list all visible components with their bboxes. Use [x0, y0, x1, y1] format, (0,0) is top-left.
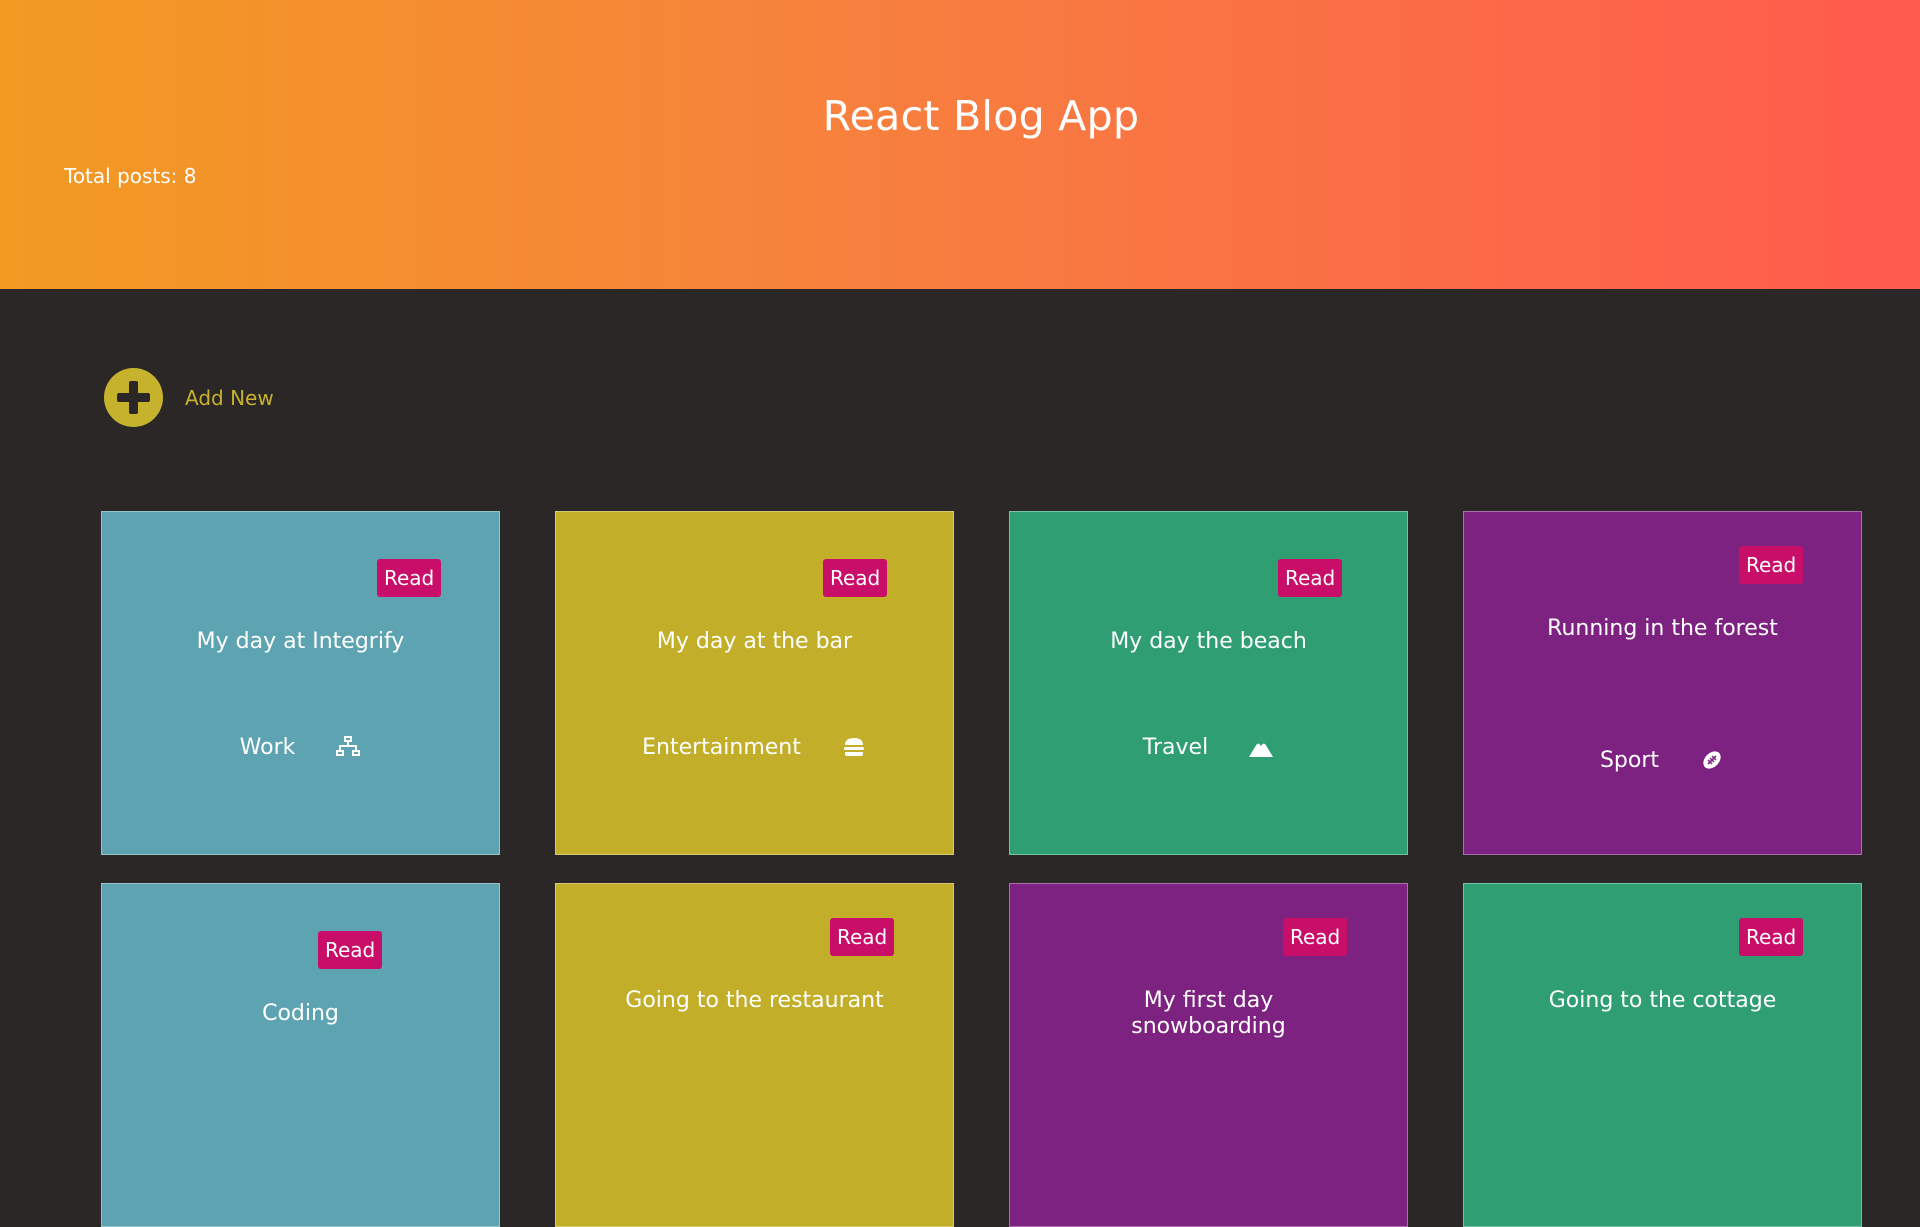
post-title: My day the beach [1110, 629, 1307, 654]
total-posts-count: Total posts: 8 [64, 164, 197, 188]
post-category: Sport [1464, 747, 1861, 773]
post-card: Read Going to the cottage [1463, 883, 1862, 1227]
post-title: My day at the bar [656, 629, 853, 654]
post-title: Going to the cottage [1548, 988, 1777, 1013]
post-category-label: Sport [1599, 747, 1660, 773]
post-title: Coding [262, 1001, 339, 1026]
read-button[interactable]: Read [830, 918, 895, 956]
post-title: Going to the restaurant [625, 988, 884, 1013]
post-card: Read Going to the restaurant [555, 883, 954, 1227]
post-category-label: Travel [1142, 734, 1209, 760]
sitemap-icon [335, 734, 361, 760]
post-category-label: Entertainment [642, 734, 801, 760]
post-card: Read My day at Integrify Work [101, 511, 500, 855]
read-button[interactable]: Read [377, 559, 442, 597]
post-card: Read My first day snowboarding [1009, 883, 1408, 1227]
app-header: React Blog App Total posts: 8 [0, 0, 1920, 289]
hamburger-icon [841, 734, 867, 760]
posts-grid: Read My day at Integrify Work Read My da… [101, 511, 1862, 1227]
post-category: Travel [1010, 734, 1407, 760]
post-card: Read My day at the bar Entertainment [555, 511, 954, 855]
app-title: React Blog App [822, 92, 1140, 140]
mountain-icon [1248, 734, 1274, 760]
plus-circle-icon[interactable] [104, 368, 163, 427]
post-category-label: Work [239, 734, 296, 760]
football-icon [1699, 747, 1725, 773]
read-button[interactable]: Read [823, 559, 888, 597]
post-card: Read My day the beach Travel [1009, 511, 1408, 855]
read-button[interactable]: Read [1739, 918, 1804, 956]
post-title: My day at Integrify [196, 629, 405, 654]
post-category: Work [102, 734, 499, 760]
read-button[interactable]: Read [318, 931, 383, 969]
post-title: Running in the forest [1547, 616, 1778, 641]
post-card: Read Running in the forest Sport [1463, 511, 1862, 855]
read-button[interactable]: Read [1278, 559, 1343, 597]
read-button[interactable]: Read [1739, 546, 1804, 584]
add-new-label[interactable]: Add New [185, 386, 274, 410]
add-new-button[interactable]: Add New [104, 368, 274, 427]
post-card: Read Coding [101, 883, 500, 1227]
read-button[interactable]: Read [1283, 918, 1348, 956]
post-category: Entertainment [556, 734, 953, 760]
post-title: My first day snowboarding [1131, 988, 1286, 1039]
